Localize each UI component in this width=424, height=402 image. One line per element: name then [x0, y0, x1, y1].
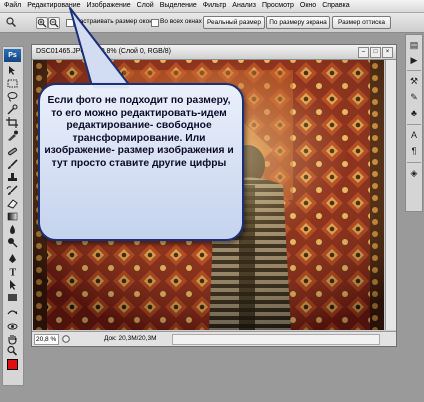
document-title: DSC01465.JPG @ 20,8% (Слой 0, RGB/8) [36, 48, 172, 55]
eyedropper-tool-icon[interactable] [6, 130, 19, 141]
menu-file[interactable]: Файл [0, 0, 24, 12]
menu-edit[interactable]: Редактирование [24, 0, 83, 12]
collapsed-panels-dock: ▤ ▶ ⚒ ✎ ♣ A ¶ ◈ [405, 34, 423, 212]
document-photo[interactable] [33, 60, 384, 330]
maximize-icon[interactable]: □ [370, 47, 381, 58]
healing-brush-tool-icon[interactable] [6, 146, 19, 157]
menu-layer[interactable]: Слой [134, 0, 157, 12]
gradient-tool-icon[interactable] [6, 211, 19, 222]
marquee-tool-icon[interactable] [6, 78, 19, 89]
status-bar: 20,8 % Док: 20,3M/20,3M [32, 331, 396, 346]
path-selection-tool-icon[interactable] [6, 279, 19, 290]
shape-tool-icon[interactable] [6, 292, 19, 303]
history-brush-tool-icon[interactable] [6, 185, 19, 196]
zoom-in-icon[interactable] [36, 17, 48, 29]
panel-divider [407, 70, 421, 71]
menu-help[interactable]: Справка [319, 0, 352, 12]
move-tool-icon[interactable] [6, 65, 19, 76]
eraser-tool-icon[interactable] [6, 198, 19, 209]
status-menu-icon[interactable] [62, 335, 70, 343]
document-size-info: Док: 20,3M/20,3M [104, 335, 157, 342]
menu-image[interactable]: Изображение [84, 0, 134, 12]
horizontal-scrollbar[interactable] [172, 334, 380, 345]
lasso-tool-icon[interactable] [6, 91, 19, 102]
panel-divider [407, 124, 421, 125]
zoom-tool-icon[interactable] [6, 345, 19, 356]
crop-tool-icon[interactable] [6, 117, 19, 128]
menu-window[interactable]: Окно [297, 0, 319, 12]
zoom-level[interactable]: 20,8 % [34, 334, 59, 345]
all-windows-label: Во всех окнах [160, 18, 202, 25]
photoshop-logo: Ps [4, 49, 21, 62]
carpet-photo-image [33, 60, 384, 330]
svg-text:T: T [10, 268, 17, 278]
vertical-scrollbar[interactable] [385, 60, 396, 330]
character-icon[interactable]: A [408, 129, 420, 141]
blur-tool-icon[interactable] [6, 224, 19, 235]
brushes-icon[interactable]: ✎ [408, 91, 420, 103]
paragraph-icon[interactable]: ¶ [408, 145, 420, 157]
layers-icon[interactable]: ◈ [408, 167, 420, 179]
actions-icon[interactable]: ▶ [408, 54, 420, 66]
options-bar: Настраивать размер окон Во всех окнах Ре… [0, 13, 424, 33]
tools-preset-icon[interactable]: ⚒ [408, 75, 420, 87]
minimize-icon[interactable]: – [358, 47, 369, 58]
resize-windows-label: Настраивать размер окон [75, 18, 153, 25]
type-tool-icon[interactable]: T [6, 266, 19, 278]
pen-tool-icon[interactable] [6, 253, 19, 264]
panel-divider [407, 162, 421, 163]
dodge-tool-icon[interactable] [6, 237, 19, 248]
all-windows-checkbox[interactable] [151, 19, 159, 27]
history-icon[interactable]: ▤ [408, 39, 420, 51]
document-window: DSC01465.JPG @ 20,8% (Слой 0, RGB/8) – □… [31, 44, 397, 347]
menu-select[interactable]: Выделение [157, 0, 200, 12]
resize-windows-checkbox[interactable] [66, 19, 74, 27]
3d-rotate-tool-icon[interactable] [6, 308, 19, 319]
3d-orbit-tool-icon[interactable] [6, 321, 19, 332]
actual-pixels-button[interactable]: Реальный размер [203, 16, 265, 29]
quick-selection-tool-icon[interactable] [6, 104, 19, 115]
document-title-bar: DSC01465.JPG @ 20,8% (Слой 0, RGB/8) – □… [32, 45, 396, 60]
clone-stamp-tool-icon[interactable] [6, 172, 19, 183]
brush-tool-icon[interactable] [6, 159, 19, 170]
menu-view[interactable]: Просмотр [259, 0, 297, 12]
zoom-tool-icon [6, 17, 16, 27]
menu-bar: Файл Редактирование Изображение Слой Выд… [0, 0, 424, 13]
print-size-button[interactable]: Размер оттиска [332, 16, 391, 29]
menu-filter[interactable]: Фильтр [200, 0, 230, 12]
close-icon[interactable]: × [382, 47, 393, 58]
fit-screen-button[interactable]: По размеру экрана [266, 16, 330, 29]
foreground-color-swatch[interactable] [7, 359, 18, 370]
zoom-out-icon[interactable] [48, 17, 60, 29]
clone-source-icon[interactable]: ♣ [408, 107, 420, 119]
menu-analysis[interactable]: Анализ [229, 0, 259, 12]
hand-tool-icon[interactable] [6, 334, 19, 345]
tools-panel: Ps T [2, 46, 24, 386]
